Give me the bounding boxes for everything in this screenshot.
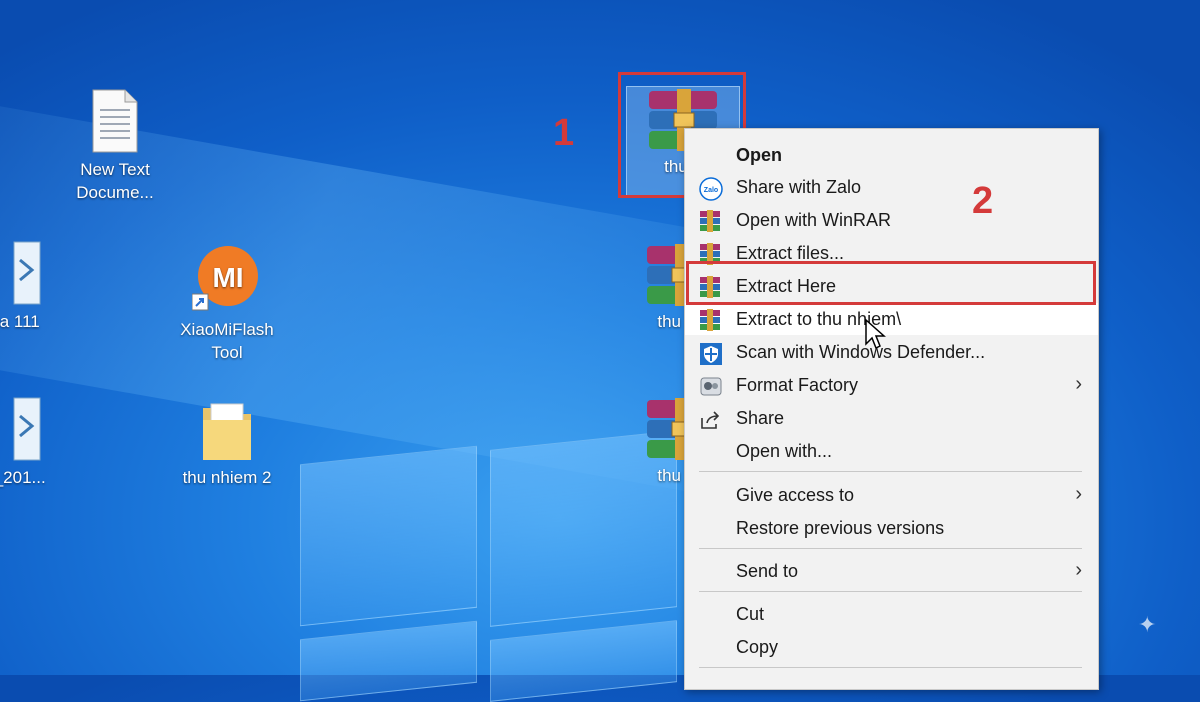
desktop-icon-xiaomiflash[interactable]: MI XiaoMiFlash Tool bbox=[172, 244, 282, 364]
menu-item-restore-previous-versions[interactable]: Restore previous versions bbox=[685, 512, 1098, 544]
icon-label: e_201... bbox=[0, 468, 46, 487]
menu-item-label: Open with WinRAR bbox=[736, 210, 892, 230]
chevron-right-icon: › bbox=[1075, 483, 1082, 505]
menu-item-label: Copy bbox=[736, 637, 779, 657]
text-document-icon bbox=[92, 89, 138, 153]
menu-item-label: Open bbox=[736, 145, 783, 165]
menu-item-label: Format Factory bbox=[736, 375, 859, 395]
sparkle-icon: ✦ bbox=[1138, 612, 1157, 637]
menu-item-label: Share bbox=[736, 408, 785, 428]
desktop-icon-e-201[interactable]: e_201... bbox=[0, 396, 70, 489]
context-menu: Open Zalo Share with Zalo Open with WinR… bbox=[684, 128, 1099, 690]
menu-separator bbox=[699, 548, 1082, 549]
mouse-cursor-icon bbox=[865, 318, 886, 350]
menu-item-label: Send to bbox=[736, 561, 799, 581]
defender-icon bbox=[699, 342, 722, 365]
xiaomi-icon: MI bbox=[192, 246, 258, 311]
icon-label: XiaoMiFlash Tool bbox=[180, 320, 274, 362]
winrar-icon bbox=[699, 309, 721, 331]
desktop-icon-new-text-document[interactable]: New Text Docume... bbox=[60, 88, 170, 204]
menu-item-open-with-winrar[interactable]: Open with WinRAR bbox=[685, 204, 1098, 236]
chevron-right-icon: › bbox=[1075, 559, 1082, 581]
menu-separator bbox=[699, 667, 1082, 668]
wallpaper-pane bbox=[300, 445, 477, 627]
svg-text:MI: MI bbox=[212, 262, 243, 293]
menu-item-label: Cut bbox=[736, 604, 765, 624]
annotation-step-1: 1 bbox=[553, 112, 575, 154]
desktop-icon-thu-nhiem-2[interactable]: thu nhiem 2 bbox=[172, 400, 282, 489]
wallpaper-pane bbox=[300, 620, 477, 702]
svg-text:Zalo: Zalo bbox=[704, 187, 718, 194]
menu-item-extract-to-folder[interactable]: Extract to thu nhiem\ bbox=[685, 303, 1098, 335]
file-icon bbox=[13, 241, 41, 305]
wallpaper-pane bbox=[490, 620, 677, 702]
menu-item-scan-with-defender[interactable]: Scan with Windows Defender... bbox=[685, 336, 1098, 368]
menu-item-cut[interactable]: Cut bbox=[685, 598, 1098, 630]
menu-separator bbox=[699, 471, 1082, 472]
menu-separator bbox=[699, 591, 1082, 592]
menu-item-share-with-zalo[interactable]: Zalo Share with Zalo bbox=[685, 171, 1098, 203]
menu-item-format-factory[interactable]: Format Factory › bbox=[685, 369, 1098, 401]
share-icon bbox=[699, 408, 721, 430]
icon-label: thu nhiem 2 bbox=[182, 468, 272, 487]
menu-item-share[interactable]: Share bbox=[685, 402, 1098, 434]
menu-item-label: Restore previous versions bbox=[736, 518, 945, 538]
menu-item-send-to[interactable]: Send to › bbox=[685, 555, 1098, 587]
folder-icon bbox=[203, 403, 251, 460]
menu-item-label: Give access to bbox=[736, 485, 855, 505]
annotation-step-2: 2 bbox=[972, 180, 994, 222]
annotation-box-2 bbox=[686, 261, 1096, 305]
icon-label: ba 111 bbox=[0, 312, 40, 331]
zalo-icon: Zalo bbox=[699, 177, 723, 201]
menu-item-label: Share with Zalo bbox=[736, 177, 862, 197]
winrar-icon bbox=[699, 210, 721, 232]
file-icon bbox=[13, 397, 41, 461]
menu-item-copy[interactable]: Copy bbox=[685, 631, 1098, 663]
menu-item-give-access-to[interactable]: Give access to › bbox=[685, 479, 1098, 511]
menu-item-open[interactable]: Open bbox=[685, 139, 1098, 171]
menu-item-label: Scan with Windows Defender... bbox=[736, 342, 986, 362]
menu-item-label: Open with... bbox=[736, 441, 833, 461]
icon-label: New Text Docume... bbox=[76, 160, 154, 202]
format-factory-icon bbox=[699, 375, 722, 397]
desktop-icon-ba-111[interactable]: ba 111 bbox=[0, 240, 70, 333]
menu-item-open-with[interactable]: Open with... bbox=[685, 435, 1098, 467]
chevron-right-icon: › bbox=[1075, 373, 1082, 395]
